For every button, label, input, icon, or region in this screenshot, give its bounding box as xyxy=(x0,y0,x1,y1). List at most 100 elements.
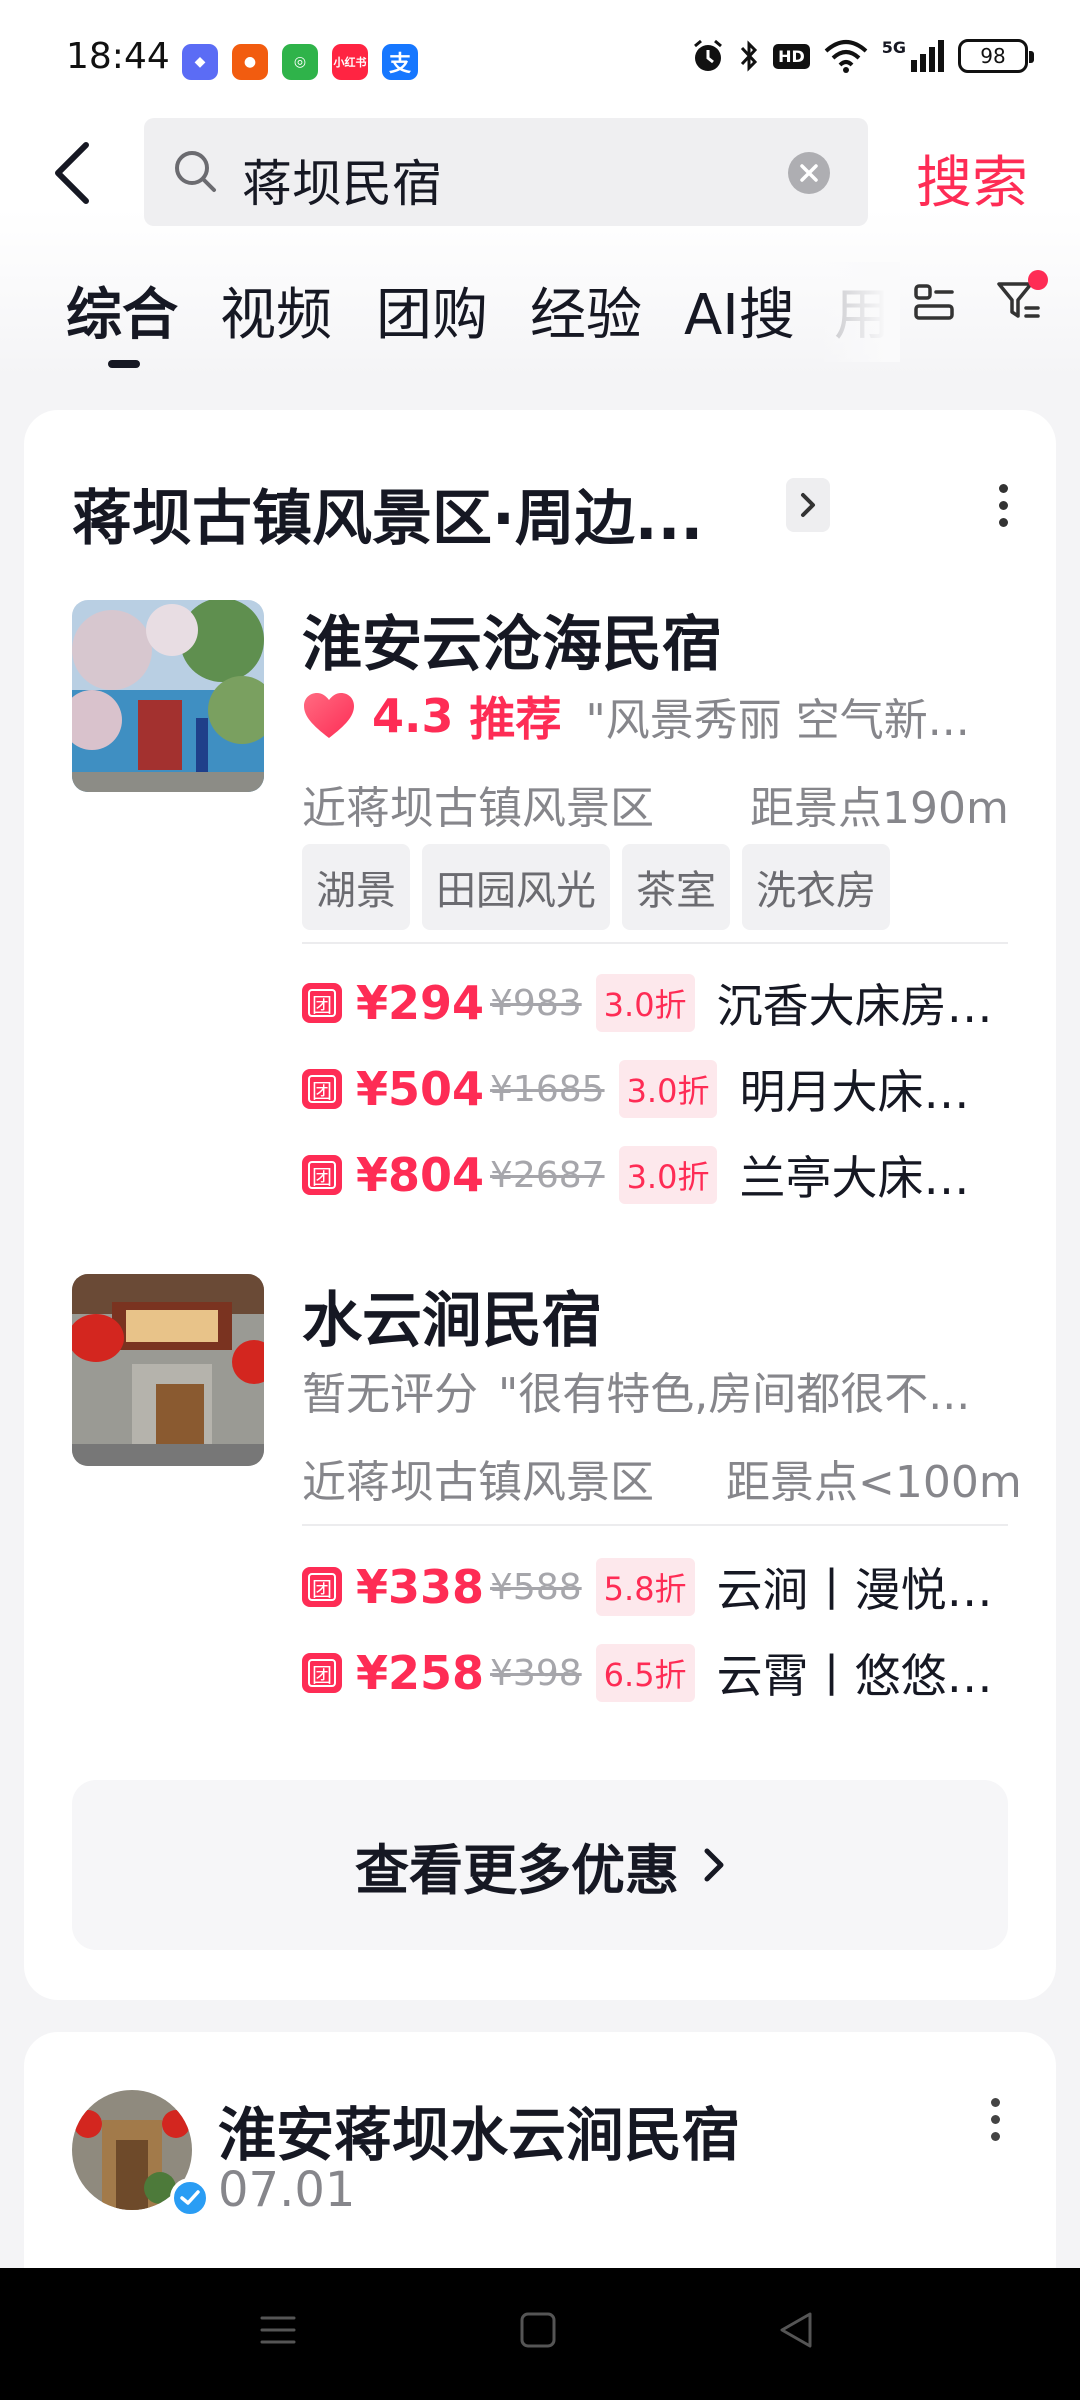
post-date: 07.01 xyxy=(218,2162,356,2218)
hotel-name[interactable]: 水云涧民宿 xyxy=(302,1272,602,1359)
network-label: 5G xyxy=(881,38,906,57)
hotel-results-card: 蒋坝古镇风景区·周边... 淮安云沧海民宿 4.3 推荐 "风景秀丽 空气新..… xyxy=(24,410,1056,2000)
author-name[interactable]: 淮安蒋坝水云涧民宿 xyxy=(218,2088,740,2172)
card-title[interactable]: 蒋坝古镇风景区·周边... xyxy=(72,470,703,557)
tab-experience[interactable]: 经验 xyxy=(530,270,642,351)
deal-name: 云霄丨悠悠榻... xyxy=(716,1649,1008,1703)
layout-toggle-icon[interactable] xyxy=(914,282,954,322)
search-icon xyxy=(175,151,216,192)
review-snippet: "风景秀丽 空气新... xyxy=(585,695,970,746)
heart-icon xyxy=(304,693,354,738)
system-nav-bar xyxy=(0,2268,1080,2400)
deal-discount: 6.5折 xyxy=(595,1644,695,1702)
rating-score: 4.3 xyxy=(372,689,454,743)
tab-ai-search[interactable]: AI搜 xyxy=(684,270,795,351)
distance-text: 距景点190m xyxy=(750,783,1009,834)
more-options-icon[interactable] xyxy=(998,484,1008,527)
home-icon[interactable] xyxy=(518,2310,558,2350)
deal-name: 云涧丨漫悦枕... xyxy=(716,1563,1008,1617)
rating-label: 推荐 xyxy=(469,692,562,746)
battery-indicator: 98 xyxy=(958,39,1034,73)
app-icon-3: ◎ xyxy=(282,44,318,80)
deal-discount: 5.8折 xyxy=(595,1558,695,1616)
amenity-tag: 洗衣房 xyxy=(742,844,890,930)
back-button[interactable] xyxy=(52,138,112,208)
search-button[interactable]: 搜索 xyxy=(916,138,1028,219)
deal-discount: 3.0折 xyxy=(595,974,695,1032)
deal-discount: 3.0折 xyxy=(618,1060,718,1118)
chevron-right-icon xyxy=(801,493,815,517)
deal-row[interactable]: 团 ¥294 ¥983 3.0折 沉香大床房+... xyxy=(302,970,1008,1036)
app-icon-4: 小红书 xyxy=(332,44,368,80)
title-chevron-button[interactable] xyxy=(786,478,830,532)
bluetooth-icon xyxy=(740,40,758,72)
active-tab-indicator xyxy=(108,360,140,368)
screen: 18:44 ◆ ● ◎ 小红书 支 HD 5G 98 蒋坝民宿 搜索 综合 视频… xyxy=(0,0,1080,2400)
status-bar: 18:44 ◆ ● ◎ 小红书 支 HD 5G 98 xyxy=(0,0,1080,120)
deal-original-price: ¥1685 xyxy=(490,1068,605,1110)
chevron-left-icon xyxy=(55,142,89,204)
tab-fade xyxy=(820,262,900,362)
group-buy-icon: 团 xyxy=(302,1567,342,1607)
notification-icons: ◆ ● ◎ 小红书 支 xyxy=(182,44,418,80)
app-icon-1: ◆ xyxy=(182,44,218,80)
deal-row[interactable]: 团 ¥504 ¥1685 3.0折 明月大床房+... xyxy=(302,1056,1008,1122)
deal-price: ¥258 xyxy=(356,1646,485,1700)
chevron-right-icon xyxy=(704,1848,724,1882)
group-buy-icon: 团 xyxy=(302,983,342,1023)
status-indicators: HD 5G 98 xyxy=(691,38,1034,74)
review-snippet: "很有特色,房间都很不... xyxy=(498,1369,971,1420)
deal-row[interactable]: 团 ¥338 ¥588 5.8折 云涧丨漫悦枕... xyxy=(302,1554,1008,1620)
alarm-icon xyxy=(694,39,723,71)
hd-badge: HD xyxy=(773,43,810,69)
view-more-deals-label: 查看更多优惠 xyxy=(355,1838,679,1902)
view-more-deals-button[interactable]: 查看更多优惠 xyxy=(72,1780,1008,1950)
amenity-tags: 湖景 田园风光 茶室 洗衣房 xyxy=(302,844,890,930)
hotel-thumbnail[interactable] xyxy=(72,600,264,792)
rating-row: 4.3 推荐 "风景秀丽 空气新... xyxy=(302,686,970,746)
location-text: 近蒋坝古镇风景区 xyxy=(302,1457,654,1508)
deal-original-price: ¥588 xyxy=(490,1566,582,1608)
deal-price: ¥294 xyxy=(356,976,485,1030)
clear-search-icon[interactable] xyxy=(788,152,830,194)
divider xyxy=(302,1524,1008,1526)
back-nav-icon[interactable] xyxy=(776,2310,816,2350)
tab-group-buy[interactable]: 团购 xyxy=(376,270,488,351)
rating-row: 暂无评分 "很有特色,房间都很不... xyxy=(302,1360,970,1420)
hotel-photo xyxy=(72,600,264,792)
menu-icon[interactable] xyxy=(258,2310,298,2350)
tab-video[interactable]: 视频 xyxy=(220,270,332,351)
distance-text: 距景点<100m xyxy=(726,1457,1022,1508)
amenity-tag: 湖景 xyxy=(302,844,410,930)
filter-notification-dot xyxy=(1028,270,1048,290)
hotel-name[interactable]: 淮安云沧海民宿 xyxy=(302,596,722,683)
deal-price: ¥804 xyxy=(356,1148,485,1202)
status-time: 18:44 xyxy=(66,36,170,77)
amenity-tag: 茶室 xyxy=(622,844,730,930)
deal-row[interactable]: 团 ¥804 ¥2687 3.0折 兰亭大床房+... xyxy=(302,1142,1008,1208)
signal-icon xyxy=(911,40,944,72)
deal-name: 明月大床房+... xyxy=(739,1065,1008,1119)
search-query: 蒋坝民宿 xyxy=(242,155,442,213)
tab-comprehensive[interactable]: 综合 xyxy=(66,270,178,351)
deal-original-price: ¥2687 xyxy=(490,1154,605,1196)
deal-discount: 3.0折 xyxy=(618,1146,718,1204)
deal-name: 兰亭大床房+... xyxy=(739,1151,1008,1205)
no-rating-text: 暂无评分 xyxy=(302,1369,478,1420)
close-icon xyxy=(800,164,818,182)
deal-price: ¥504 xyxy=(356,1062,485,1116)
deal-original-price: ¥398 xyxy=(490,1652,582,1694)
wifi-icon xyxy=(824,40,868,73)
deal-original-price: ¥983 xyxy=(490,982,582,1024)
app-icon-2: ● xyxy=(232,44,268,80)
more-options-icon[interactable] xyxy=(991,2098,1000,2141)
alipay-icon: 支 xyxy=(382,44,418,80)
search-input[interactable]: 蒋坝民宿 xyxy=(144,118,868,226)
group-buy-icon: 团 xyxy=(302,1069,342,1109)
battery-level: 98 xyxy=(980,44,1006,68)
deal-row[interactable]: 团 ¥258 ¥398 6.5折 云霄丨悠悠榻... xyxy=(302,1640,1008,1706)
group-buy-icon: 团 xyxy=(302,1155,342,1195)
group-buy-icon: 团 xyxy=(302,1653,342,1693)
hotel-thumbnail[interactable] xyxy=(72,1274,264,1466)
amenity-tag: 田园风光 xyxy=(422,844,610,930)
